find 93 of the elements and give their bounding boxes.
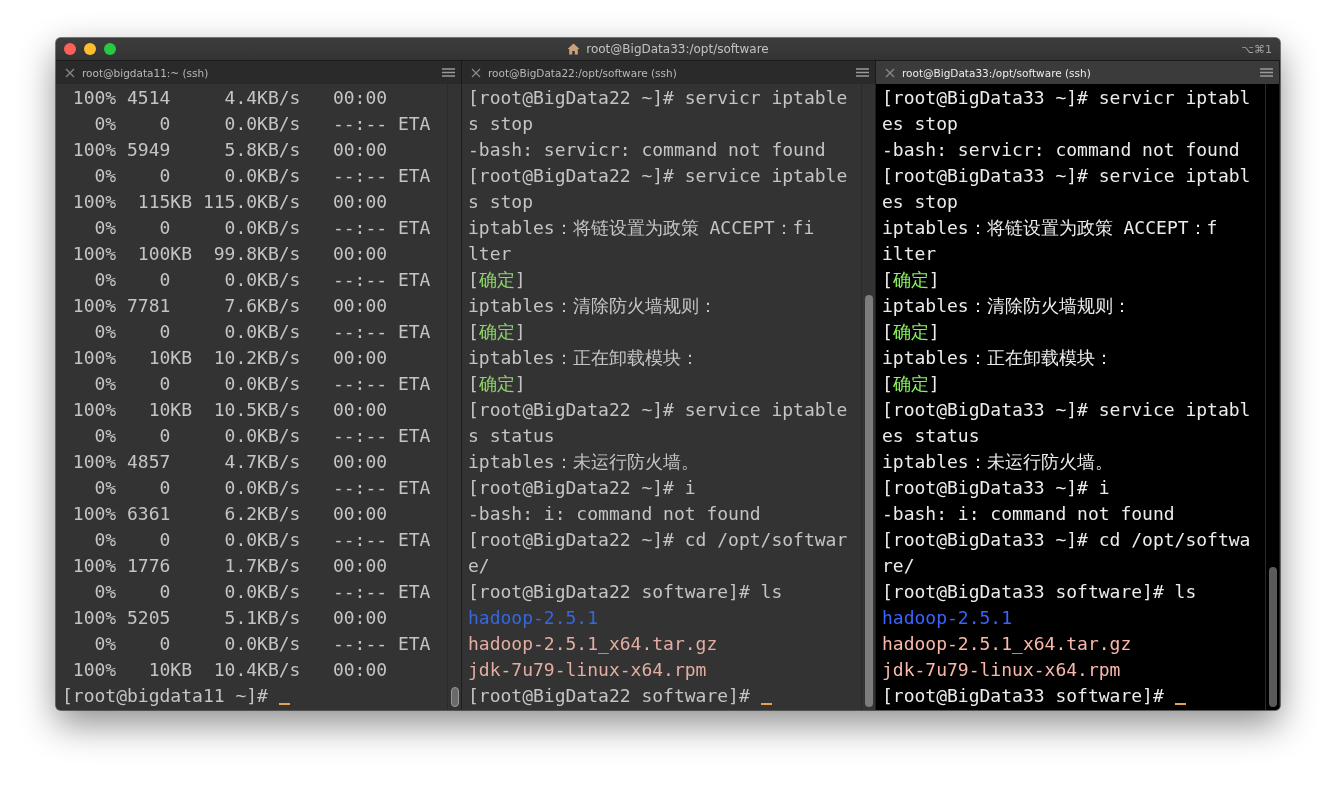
terminal-line: re/ <box>882 554 916 578</box>
terminal-line: [root@BigData33 ~]# servicr iptabl <box>882 86 1252 110</box>
terminal-line: iptables：清除防火墙规则： <box>468 294 718 318</box>
terminal-line: [root@BigData22 ~]# service iptable <box>468 164 849 188</box>
terminal-line: 100% 7781 7.6KB/s 00:00 <box>71 294 389 318</box>
terminal-line: 0% 0 0.0KB/s --:-- ETA <box>93 216 432 240</box>
terminal-line: es stop <box>882 112 959 136</box>
terminal-line: e/ <box>468 554 491 578</box>
terminal-line: [root@BigData33 ~]# service iptabl <box>882 398 1252 422</box>
terminal-line: [root@BigData33 ~]# cd /opt/softwa <box>882 528 1252 552</box>
scrollbar-thumb[interactable] <box>864 295 873 707</box>
terminal-line: [root@BigData22 ~]# servicr iptable <box>468 86 849 110</box>
terminal-line: 0% 0 0.0KB/s --:-- ETA <box>93 112 432 136</box>
terminal-line: hadoop-2.5.1_x64.tar.gz <box>468 632 719 656</box>
menu-icon[interactable] <box>856 68 869 77</box>
terminal-line: s stop <box>468 190 535 214</box>
terminal-line: jdk-7u79-linux-x64.rpm <box>882 658 1122 682</box>
tab[interactable]: root@BigData33:/opt/software (ssh) <box>876 61 1280 84</box>
tab[interactable]: root@bigdata11:~ (ssh) <box>56 61 462 84</box>
terminal-line: [root@BigData33 ~]# service iptabl <box>882 164 1252 188</box>
terminal-line: 0% 0 0.0KB/s --:-- ETA <box>93 528 432 552</box>
terminal-line: hadoop-2.5.1 <box>882 606 1014 630</box>
terminal-line: -bash: i: command not found <box>468 502 762 526</box>
home-icon <box>567 43 581 55</box>
close-icon[interactable] <box>65 67 75 78</box>
menu-icon[interactable] <box>1260 68 1273 77</box>
terminal-line: iptables：将链设置为政策 ACCEPT：f <box>882 216 1219 240</box>
terminal-line: [root@BigData33 software]# ls <box>882 580 1198 604</box>
terminal-line: jdk-7u79-linux-x64.rpm <box>468 658 708 682</box>
terminal-line: 100% 1776 1.7KB/s 00:00 <box>71 554 389 578</box>
terminal-line: 100% 5949 5.8KB/s 00:00 <box>71 138 389 162</box>
terminal-line: s status <box>468 424 556 448</box>
terminal-line: 0% 0 0.0KB/s --:-- ETA <box>93 372 432 396</box>
terminal-line: 100% 100KB 99.8KB/s 00:00 <box>71 242 389 266</box>
terminal-pane[interactable] <box>462 84 876 710</box>
terminal-line: -bash: servicr: command not found <box>882 138 1241 162</box>
terminal-line: iptables：正在卸载模块： <box>882 346 1114 370</box>
window-title: root@BigData33:/opt/software <box>586 42 769 56</box>
terminal-line: iptables：清除防火墙规则： <box>882 294 1132 318</box>
terminal-line: [root@BigData22 ~]# cd /opt/softwar <box>468 528 849 552</box>
terminal-line: [root@BigData22 ~]# service iptable <box>468 398 849 422</box>
terminal-line: hadoop-2.5.1_x64.tar.gz <box>882 632 1133 656</box>
terminal-line: [root@bigdata11 ~]# <box>62 684 269 708</box>
terminal-pane[interactable] <box>876 84 1280 710</box>
terminal-line: iptables：未运行防火墙。 <box>468 450 700 474</box>
terminal-line: [确定] <box>468 268 527 292</box>
terminal-line: 100% 6361 6.2KB/s 00:00 <box>71 502 389 526</box>
terminal-line: hadoop-2.5.1 <box>468 606 600 630</box>
scrollbar-thumb[interactable] <box>1268 567 1277 707</box>
terminal-line: 100% 115KB 115.0KB/s 00:00 <box>71 190 389 214</box>
shortcut-label: ⌥⌘1 <box>1241 42 1272 56</box>
minimize-button[interactable] <box>84 43 96 55</box>
terminal-line: es stop <box>882 190 959 214</box>
terminal-line: s stop <box>468 112 535 136</box>
terminal-line: [确定] <box>882 320 941 344</box>
tab[interactable]: root@BigData22:/opt/software (ssh) <box>462 61 876 84</box>
terminal-line: -bash: i: command not found <box>882 502 1176 526</box>
terminal-line: 100% 4514 4.4KB/s 00:00 <box>71 86 389 110</box>
terminal-line: lter <box>468 242 513 266</box>
terminal-line: [root@BigData22 ~]# i <box>468 476 697 500</box>
terminal-line: [确定] <box>468 320 527 344</box>
terminal-line: iptables：将链设置为政策 ACCEPT：fi <box>468 216 816 240</box>
terminal-line: [root@BigData22 software]# ls <box>468 580 784 604</box>
terminal-line: [root@BigData33 software]# <box>882 684 1165 708</box>
terminal-line: 0% 0 0.0KB/s --:-- ETA <box>93 580 432 604</box>
close-icon[interactable] <box>471 67 481 78</box>
zoom-button[interactable] <box>104 43 116 55</box>
close-window-button[interactable] <box>64 43 76 55</box>
terminal-line: [root@BigData33 ~]# i <box>882 476 1111 500</box>
terminal-line: 0% 0 0.0KB/s --:-- ETA <box>93 320 432 344</box>
terminal-line: es status <box>882 424 981 448</box>
terminal-line: 100% 5205 5.1KB/s 00:00 <box>71 606 389 630</box>
terminal-line: 100% 10KB 10.4KB/s 00:00 <box>71 658 389 682</box>
menu-icon[interactable] <box>442 68 455 77</box>
terminal-line: 100% 10KB 10.2KB/s 00:00 <box>71 346 389 370</box>
terminal-line: -bash: servicr: command not found <box>468 138 827 162</box>
terminal-line: [确定] <box>468 372 527 396</box>
terminal-line: 0% 0 0.0KB/s --:-- ETA <box>93 268 432 292</box>
terminal-line: iptables：正在卸载模块： <box>468 346 700 370</box>
scrollbar-thumb[interactable] <box>450 687 459 707</box>
terminal-line: 0% 0 0.0KB/s --:-- ETA <box>93 632 432 656</box>
terminal-line: [root@BigData22 software]# <box>468 684 751 708</box>
terminal-line: 0% 0 0.0KB/s --:-- ETA <box>93 164 432 188</box>
terminal-line: 100% 10KB 10.5KB/s 00:00 <box>71 398 389 422</box>
terminal-line: iptables：未运行防火墙。 <box>882 450 1114 474</box>
terminal-line: [确定] <box>882 372 941 396</box>
terminal-line: 0% 0 0.0KB/s --:-- ETA <box>93 424 432 448</box>
close-icon[interactable] <box>885 67 895 78</box>
terminal-line: 100% 4857 4.7KB/s 00:00 <box>71 450 389 474</box>
terminal-line: 0% 0 0.0KB/s --:-- ETA <box>93 476 432 500</box>
terminal-pane[interactable] <box>56 84 462 710</box>
terminal-line: ilter <box>882 242 938 266</box>
terminal-line: [确定] <box>882 268 941 292</box>
